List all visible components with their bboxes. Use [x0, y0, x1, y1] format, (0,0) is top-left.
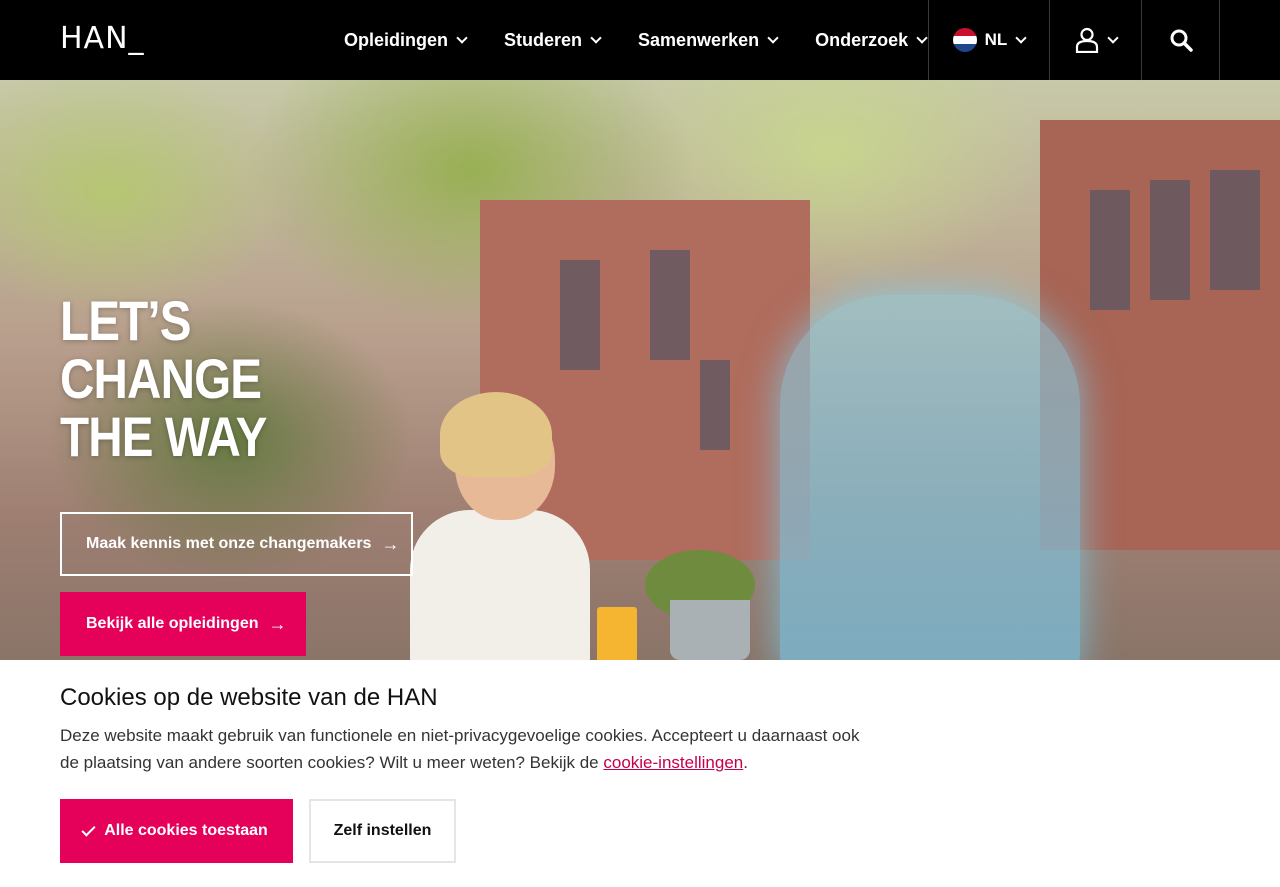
hero-title: LET’S CHANGE THE WAY [60, 292, 267, 466]
hero-section: LET’S CHANGE THE WAY Maak kennis met onz… [0, 80, 1280, 660]
netherlands-flag-icon [952, 28, 977, 52]
button-label: Maak kennis met onze changemakers [86, 535, 372, 552]
hero-title-line: LET’S [60, 289, 191, 352]
chevron-down-icon [1015, 32, 1027, 44]
chevron-down-icon [590, 32, 602, 44]
search-button[interactable] [1141, 0, 1220, 80]
nav-item-studeren[interactable]: Studeren [485, 0, 619, 80]
hero-title-line: CHANGE [60, 347, 262, 410]
nav-item-opleidingen[interactable]: Opleidingen [325, 0, 485, 80]
arrow-right-icon: → [268, 613, 287, 634]
search-icon [1170, 29, 1193, 52]
accept-all-cookies-button[interactable]: Alle cookies toestaan [60, 799, 293, 863]
chevron-down-icon [456, 32, 468, 44]
changemakers-button[interactable]: Maak kennis met onze changemakers → [60, 512, 413, 576]
button-label: Zelf instellen [333, 822, 432, 839]
main-nav: Opleidingen Studeren Samenwerken Onderzo… [325, 0, 945, 80]
configure-cookies-button[interactable]: Zelf instellen [309, 799, 456, 863]
han-logo[interactable]: HAN_ [60, 22, 145, 56]
arrow-right-icon: → [381, 533, 400, 554]
button-label: Bekijk alle opleidingen [86, 615, 259, 632]
nav-item-onderzoek[interactable]: Onderzoek [796, 0, 945, 80]
nav-item-label: Onderzoek [815, 29, 909, 50]
site-header: HAN_ Opleidingen Studeren Samenwerken On… [0, 0, 1280, 80]
language-label: NL [984, 30, 1008, 49]
language-selector[interactable]: NL [928, 0, 1049, 80]
cookie-banner-title: Cookies op de website van de HAN [60, 684, 438, 711]
checkmark-icon [81, 821, 96, 837]
chevron-down-icon [767, 32, 779, 44]
account-menu-button[interactable] [1049, 0, 1141, 80]
nav-item-samenwerken[interactable]: Samenwerken [619, 0, 796, 80]
nav-item-label: Opleidingen [344, 29, 449, 50]
cookie-banner-text: Deze website maakt gebruik van functione… [60, 722, 860, 776]
nav-item-label: Samenwerken [638, 29, 760, 50]
cookie-settings-link[interactable]: cookie-instellingen [603, 753, 743, 772]
hero-title-line: THE WAY [60, 405, 267, 468]
cookie-banner: Cookies op de website van de HAN Deze we… [0, 660, 1280, 887]
nav-item-label: Studeren [504, 29, 583, 50]
button-label: Alle cookies toestaan [104, 822, 268, 839]
chevron-down-icon [1106, 32, 1119, 44]
chevron-down-icon [916, 32, 928, 44]
user-icon [1075, 27, 1098, 53]
all-programs-button[interactable]: Bekijk alle opleidingen → [60, 592, 306, 656]
cookie-text-part: . [743, 753, 748, 772]
